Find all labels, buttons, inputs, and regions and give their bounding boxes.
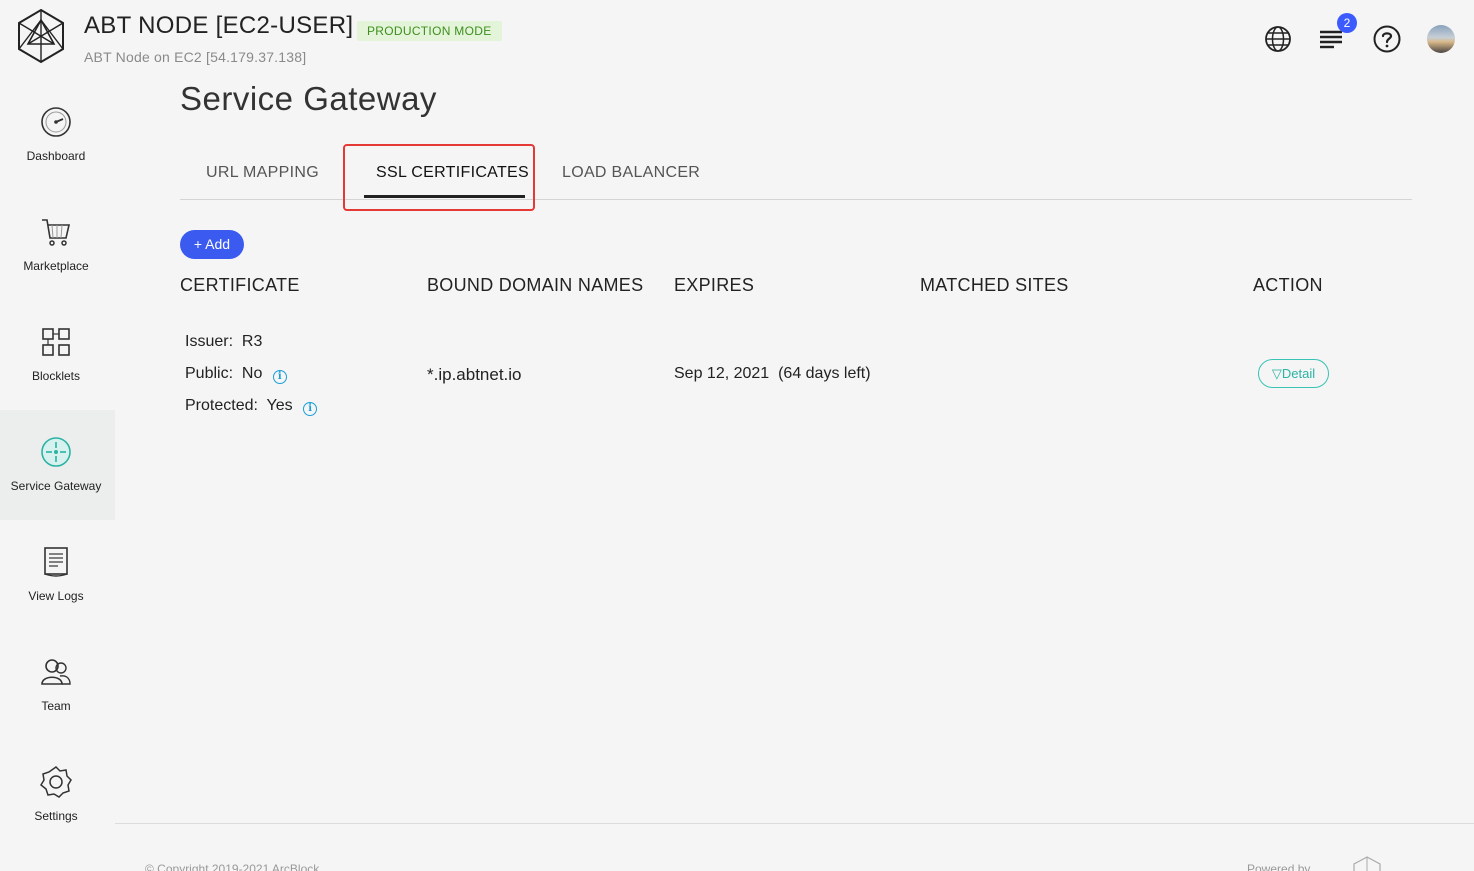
node-title: ABT NODE [EC2-USER] <box>84 12 354 39</box>
logs-icon <box>44 547 68 577</box>
page-title: Service Gateway <box>180 80 437 117</box>
cart-icon <box>42 219 71 246</box>
public-label: Public: <box>185 365 234 382</box>
info-icon[interactable]: i <box>303 402 318 416</box>
column-header-expires: EXPIRES <box>674 275 755 295</box>
help-icon[interactable] <box>1372 24 1402 54</box>
column-header-bound-domain-names: BOUND DOMAIN NAMES <box>427 275 644 295</box>
team-icon <box>41 659 71 685</box>
issuer-value: R3 <box>241 333 263 350</box>
chevron-down-icon: ▽ <box>1271 366 1282 381</box>
blocks-icon <box>42 328 70 356</box>
notification-count-badge: 2 <box>1337 13 1357 33</box>
detail-label: Detail <box>1281 366 1316 381</box>
tab-load-balancer[interactable]: LOAD BALANCER <box>562 164 700 182</box>
tab-url-mapping[interactable]: URL MAPPING <box>206 164 319 182</box>
protected-value: Yes <box>266 397 293 414</box>
dashboard-gauge-icon <box>41 107 71 137</box>
column-header-action: ACTION <box>1253 275 1323 295</box>
gateway-icon <box>41 437 71 467</box>
column-header-certificate: CERTIFICATE <box>180 275 300 295</box>
issuer-row: Issuer: R3 <box>185 333 262 351</box>
highlight-annotation <box>343 144 535 211</box>
footer-divider <box>115 823 1474 824</box>
sidebar-item-label: Settings <box>34 809 78 823</box>
sidebar-item-label: View Logs <box>28 589 84 603</box>
column-header-matched-sites: MATCHED SITES <box>920 275 1069 295</box>
sidebar-item-label: Marketplace <box>23 259 89 273</box>
detail-button[interactable]: ▽Detail <box>1258 359 1329 388</box>
sidebar-item-label: Dashboard <box>26 149 86 163</box>
sidebar-item-team[interactable]: Team <box>0 630 115 740</box>
info-icon[interactable]: i <box>272 370 287 384</box>
sidebar-item-marketplace[interactable]: Marketplace <box>0 190 115 300</box>
issuer-label: Issuer: <box>185 333 234 350</box>
protected-label: Protected: <box>185 397 258 414</box>
public-row: Public: No i <box>185 365 287 384</box>
footer-copyright: © Copyright 2019-2021 ArcBlock <box>145 862 320 871</box>
gear-icon <box>40 766 72 798</box>
production-mode-badge: PRODUCTION MODE <box>357 21 502 41</box>
globe-icon[interactable] <box>1263 24 1293 54</box>
add-certificate-button[interactable]: + Add <box>180 230 244 259</box>
sidebar-item-service-gateway[interactable]: Service Gateway <box>0 410 115 520</box>
abt-logo-icon[interactable] <box>16 8 66 64</box>
public-value: No <box>241 365 263 382</box>
sidebar-item-label: Service Gateway <box>10 479 102 493</box>
sidebar-item-settings[interactable]: Settings <box>0 740 115 850</box>
expires-date: Sep 12, 2021 (64 days left) <box>674 365 871 382</box>
sidebar-item-view-logs[interactable]: View Logs <box>0 520 115 630</box>
protected-row: Protected: Yes i <box>185 397 318 416</box>
bound-domain-name: *.ip.abtnet.io <box>427 365 522 384</box>
node-subtitle: ABT Node on EC2 [54.179.37.138] <box>84 49 307 65</box>
sidebar-item-label: Blocklets <box>31 369 81 383</box>
app-header: ABT NODE [EC2-USER] PRODUCTION MODE ABT … <box>0 0 1474 80</box>
footer-powered-by: Powered by <box>1247 862 1311 871</box>
arcblock-logo-icon <box>1353 856 1381 871</box>
sidebar-item-blocklets[interactable]: Blocklets <box>0 300 115 410</box>
sidebar-item-label: Team <box>41 699 71 713</box>
sidebar: Dashboard Marketplace Blocklets Service … <box>0 80 115 871</box>
user-avatar[interactable] <box>1427 25 1455 53</box>
sidebar-item-dashboard[interactable]: Dashboard <box>0 80 115 190</box>
